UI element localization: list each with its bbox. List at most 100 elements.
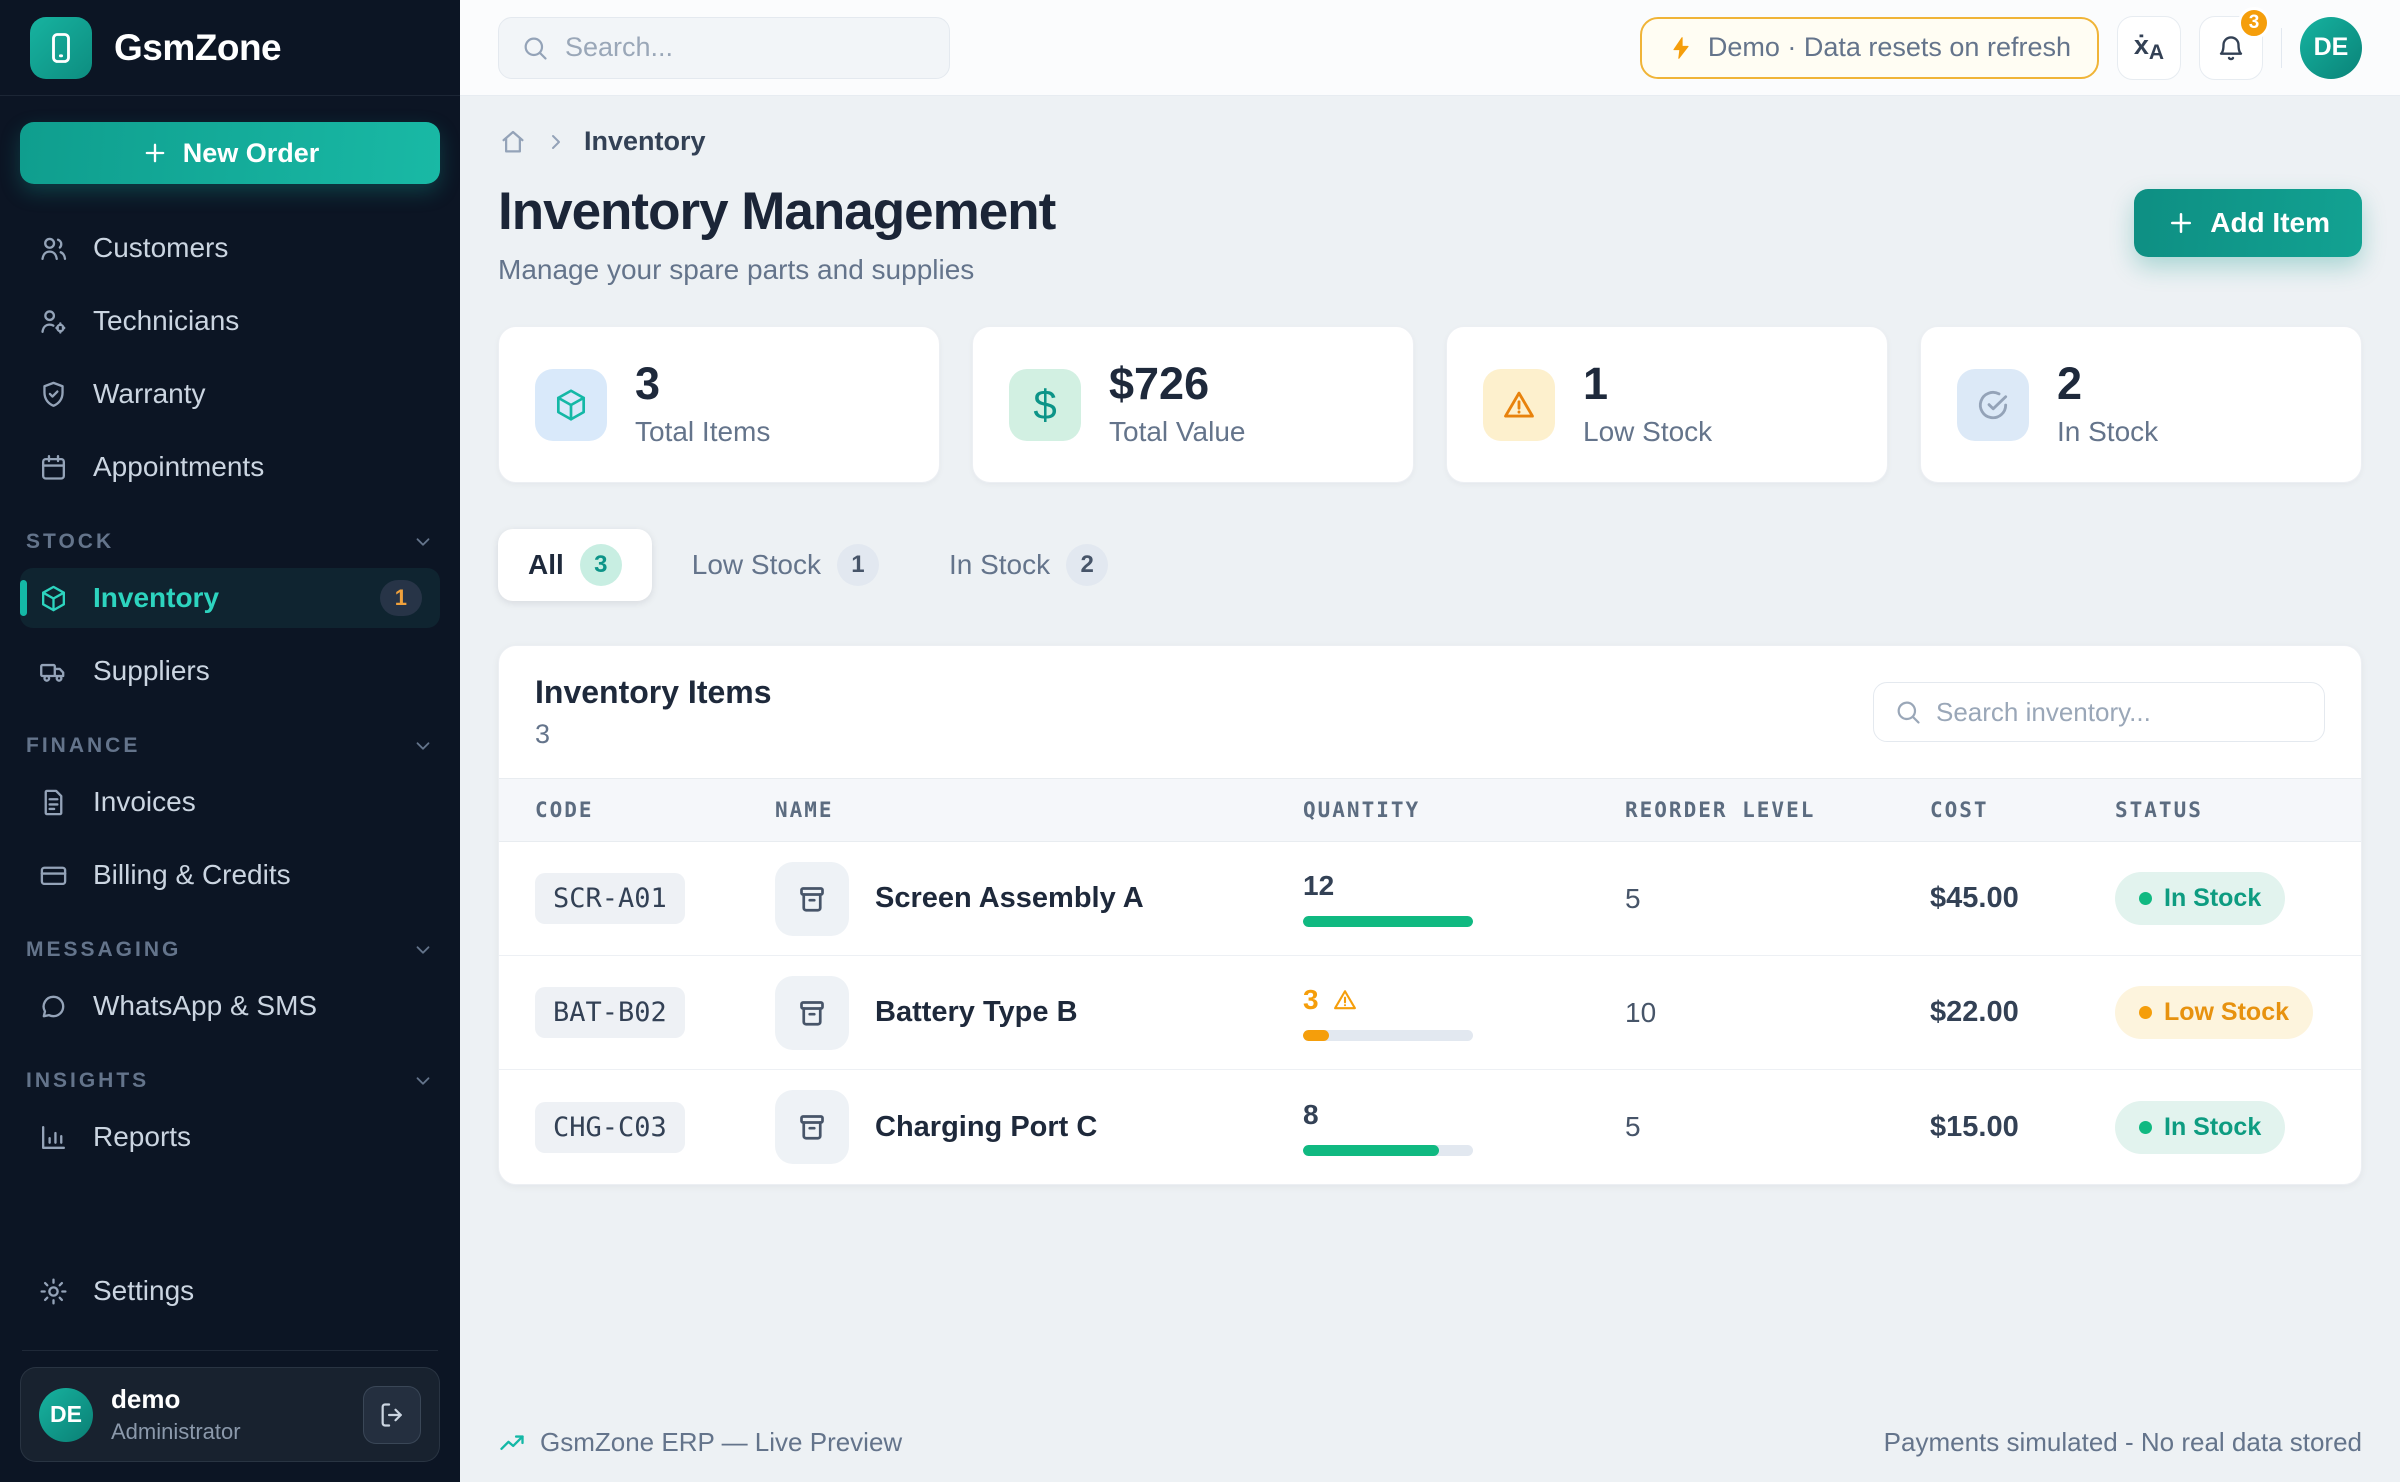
chat-bubble-icon — [38, 991, 69, 1022]
sidebar-item-billing[interactable]: Billing & Credits — [20, 845, 440, 905]
table-row[interactable]: SCR-A01 Screen Assembly A 12 5 $45.00 In… — [499, 842, 2361, 956]
dollar-icon: $ — [1009, 369, 1081, 441]
demo-mode-badge: Demo · Data resets on refresh — [1640, 17, 2099, 79]
box-icon — [535, 369, 607, 441]
sidebar-item-warranty[interactable]: Warranty — [20, 364, 440, 424]
sidebar-item-label: WhatsApp & SMS — [93, 990, 317, 1022]
quantity-number: 3 — [1303, 984, 1319, 1016]
page-header-text: Inventory Management Manage your spare p… — [498, 181, 1055, 286]
add-item-label: Add Item — [2210, 207, 2330, 239]
table-row[interactable]: CHG-C03 Charging Port C 8 5 $15.00 In St… — [499, 1070, 2361, 1184]
plus-icon — [2166, 208, 2196, 238]
tab-low-stock[interactable]: Low Stock 1 — [662, 529, 909, 601]
status-badge: Low Stock — [2115, 986, 2313, 1039]
sidebar-item-invoices[interactable]: Invoices — [20, 772, 440, 832]
sidebar-item-label: Invoices — [93, 786, 196, 818]
page-title: Inventory Management — [498, 181, 1055, 242]
table-title: Inventory Items — [535, 674, 772, 711]
sidebar-section-finance[interactable]: FINANCE — [26, 734, 434, 758]
stat-label: Low Stock — [1583, 416, 1712, 448]
sidebar-item-customers[interactable]: Customers — [20, 218, 440, 278]
tab-count-badge: 3 — [580, 544, 622, 586]
sidebar-nav: New Order Customers Technicians Warranty… — [0, 96, 460, 1482]
status-badge: In Stock — [2115, 1101, 2285, 1154]
sidebar-section-insights[interactable]: INSIGHTS — [26, 1069, 434, 1093]
item-code-cell: BAT-B02 — [535, 987, 775, 1038]
table-title-block: Inventory Items 3 — [535, 674, 772, 750]
table-card-header: Inventory Items 3 — [499, 646, 2361, 778]
users-icon — [38, 233, 69, 264]
stat-text: 1 Low Stock — [1583, 361, 1712, 448]
page-footer: GsmZone ERP — Live Preview Payments simu… — [498, 1401, 2362, 1458]
search-input[interactable] — [565, 32, 927, 63]
sidebar-item-label: Appointments — [93, 451, 264, 483]
user-name: demo — [111, 1384, 241, 1415]
table-row[interactable]: BAT-B02 Battery Type B 3 10 $22.00 — [499, 956, 2361, 1070]
status-label: In Stock — [2164, 884, 2261, 913]
sidebar-section-stock[interactable]: STOCK — [26, 530, 434, 554]
filter-tabs: All 3 Low Stock 1 In Stock 2 — [498, 529, 2362, 601]
stat-card-total-value: $ $726 Total Value — [972, 326, 1414, 483]
section-title: STOCK — [26, 530, 114, 554]
breadcrumb-current[interactable]: Inventory — [584, 126, 706, 157]
user-role: Administrator — [111, 1419, 241, 1445]
inventory-search[interactable] — [1873, 682, 2325, 742]
column-header-status: STATUS — [2115, 798, 2325, 822]
user-avatar: DE — [39, 1388, 93, 1442]
stat-card-total-items: 3 Total Items — [498, 326, 940, 483]
tab-all[interactable]: All 3 — [498, 529, 652, 601]
section-title: INSIGHTS — [26, 1069, 149, 1093]
archive-box-icon — [775, 976, 849, 1050]
table-header-row: CODE NAME QUANTITY REORDER LEVEL COST ST… — [499, 778, 2361, 842]
stat-value: 3 — [635, 361, 770, 406]
chevron-down-icon — [412, 1070, 434, 1092]
stat-text: $726 Total Value — [1109, 361, 1245, 448]
logout-button[interactable] — [363, 1386, 421, 1444]
add-item-button[interactable]: Add Item — [2134, 189, 2362, 257]
quantity-value: 3 — [1303, 984, 1625, 1016]
tab-label: Low Stock — [692, 549, 821, 581]
stat-value: 1 — [1583, 361, 1712, 406]
tab-count-badge: 1 — [837, 544, 879, 586]
new-order-button[interactable]: New Order — [20, 122, 440, 184]
sidebar-section-messaging[interactable]: MESSAGING — [26, 938, 434, 962]
sidebar-item-reports[interactable]: Reports — [20, 1107, 440, 1167]
sidebar-item-label: Warranty — [93, 378, 206, 410]
chevron-down-icon — [412, 939, 434, 961]
sidebar-item-suppliers[interactable]: Suppliers — [20, 641, 440, 701]
topbar: Demo · Data resets on refresh ẋA 3 DE — [460, 0, 2400, 96]
sidebar-item-whatsapp-sms[interactable]: WhatsApp & SMS — [20, 976, 440, 1036]
demo-badge-label: Demo · Data resets on refresh — [1708, 32, 2071, 63]
sidebar-item-technicians[interactable]: Technicians — [20, 291, 440, 351]
reorder-level: 5 — [1625, 883, 1930, 915]
tab-label: In Stock — [949, 549, 1050, 581]
footer-left-text: GsmZone ERP — Live Preview — [540, 1427, 902, 1458]
column-header-cost: COST — [1930, 798, 2115, 822]
sidebar-item-inventory[interactable]: Inventory 1 — [20, 568, 440, 628]
inventory-count-badge: 1 — [380, 580, 422, 616]
warning-triangle-icon — [1331, 986, 1359, 1014]
logout-icon — [378, 1401, 406, 1429]
trending-up-icon — [498, 1429, 526, 1457]
user-card[interactable]: DE demo Administrator — [20, 1367, 440, 1462]
column-header-reorder: REORDER LEVEL — [1625, 798, 1930, 822]
section-title: MESSAGING — [26, 938, 181, 962]
sidebar-spacer — [20, 1180, 440, 1261]
bar-chart-icon — [38, 1122, 69, 1153]
notifications-button[interactable]: 3 — [2199, 16, 2263, 80]
sidebar: GsmZone New Order Customers Technicians … — [0, 0, 460, 1482]
app-logo — [30, 17, 92, 79]
tab-in-stock[interactable]: In Stock 2 — [919, 529, 1138, 601]
inventory-search-input[interactable] — [1936, 697, 2304, 728]
status-cell: In Stock — [2115, 1101, 2325, 1154]
sidebar-item-label: Settings — [93, 1275, 194, 1307]
sidebar-item-settings[interactable]: Settings — [20, 1261, 440, 1321]
plus-icon — [141, 139, 169, 167]
column-header-code: CODE — [535, 798, 775, 822]
topbar-avatar[interactable]: DE — [2300, 17, 2362, 79]
sidebar-item-appointments[interactable]: Appointments — [20, 437, 440, 497]
global-search[interactable] — [498, 17, 950, 79]
language-button[interactable]: ẋA — [2117, 16, 2181, 80]
home-icon[interactable] — [498, 127, 528, 157]
sidebar-divider — [22, 1350, 438, 1351]
